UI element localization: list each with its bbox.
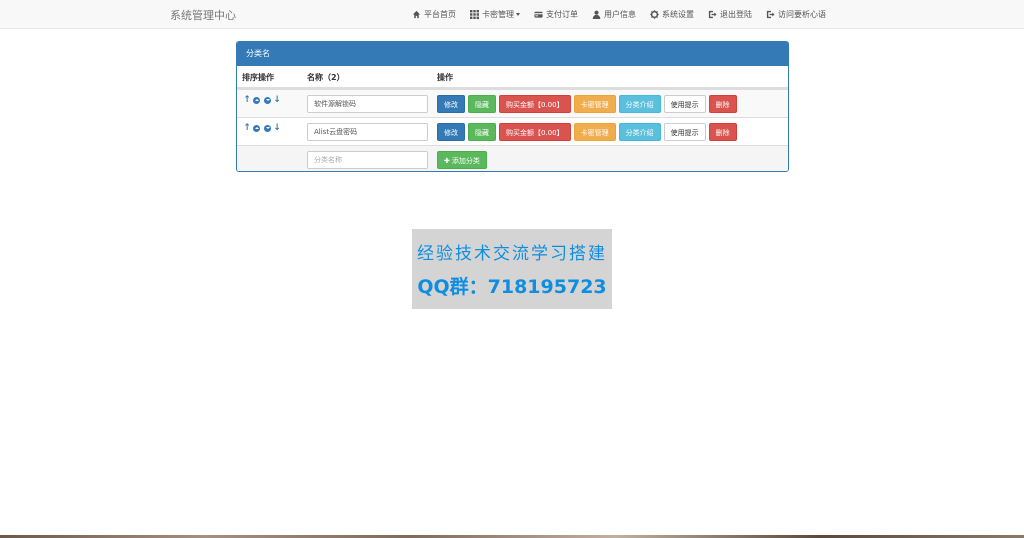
nav-item-logout[interactable]: 退出登陆: [708, 0, 752, 29]
card-manage-button[interactable]: 卡密管理: [573, 95, 616, 113]
category-panel: 分类名 排序操作 名称（2） 操作 ↑ ↓ 修改 隐藏 购买金额【0.00】 卡…: [236, 41, 789, 172]
nav-item-user[interactable]: 用户信息: [592, 0, 636, 29]
usage-tips-button[interactable]: 使用提示: [663, 123, 706, 141]
new-category-name-input[interactable]: [307, 151, 428, 169]
panel-title: 分类名: [237, 42, 788, 66]
edit-button[interactable]: 修改: [437, 123, 465, 141]
circle-up-icon[interactable]: [253, 125, 260, 132]
brand-title[interactable]: 系统管理中心: [170, 7, 236, 23]
nav-item-label: 用户信息: [604, 10, 636, 19]
category-intro-button[interactable]: 分类介绍: [618, 95, 661, 113]
nav-item-orders[interactable]: 支付订单: [534, 0, 578, 29]
category-intro-button[interactable]: 分类介绍: [618, 123, 661, 141]
credit-card-icon: [534, 10, 543, 19]
nav-item-label: 系统设置: [662, 10, 694, 19]
navbar: 系统管理中心 平台首页 卡密管理 支付订单 用户信息 系统设置 退出登陆 访问要…: [0, 0, 1024, 29]
nav-item-cards[interactable]: 卡密管理: [470, 0, 520, 29]
nav-item-label: 支付订单: [546, 10, 578, 19]
table-header: 排序操作 名称（2） 操作: [237, 66, 788, 89]
plus-icon: ✚: [444, 157, 450, 165]
user-icon: [592, 10, 601, 19]
column-sort: 排序操作: [242, 73, 274, 82]
banner-line-2: QQ群：718195723: [417, 276, 607, 298]
logout-icon: [766, 10, 775, 19]
table-row: ↑ ↓ 修改 隐藏 购买金额【0.00】 卡密管理 分类介绍 使用提示 删除: [237, 89, 788, 117]
column-ops: 操作: [437, 73, 453, 82]
nav-item-label: 访问要析心语: [778, 10, 826, 19]
arrow-up-icon[interactable]: ↑: [243, 124, 251, 133]
category-name-input[interactable]: [307, 123, 428, 141]
price-button[interactable]: 购买金额【0.00】: [499, 95, 571, 113]
edit-button[interactable]: 修改: [437, 95, 465, 113]
row-actions: 修改 隐藏 购买金额【0.00】 卡密管理 分类介绍 使用提示 删除: [437, 95, 740, 113]
add-category-button[interactable]: ✚ 添加分类: [437, 151, 487, 169]
nav-item-label: 平台首页: [424, 10, 456, 19]
grid-icon: [470, 10, 479, 19]
circle-down-icon[interactable]: [264, 97, 271, 104]
gear-icon: [650, 10, 659, 19]
hide-button[interactable]: 隐藏: [468, 123, 496, 141]
sort-controls: ↑ ↓: [243, 124, 281, 133]
column-name: 名称（2）: [307, 73, 345, 82]
circle-up-icon[interactable]: [253, 97, 260, 104]
nav-menu: 平台首页 卡密管理 支付订单 用户信息 系统设置 退出登陆 访问要析心语: [412, 0, 840, 29]
card-manage-button[interactable]: 卡密管理: [573, 123, 616, 141]
price-button[interactable]: 购买金额【0.00】: [499, 123, 571, 141]
category-name-input[interactable]: [307, 95, 428, 113]
nav-item-settings[interactable]: 系统设置: [650, 0, 694, 29]
nav-item-visit[interactable]: 访问要析心语: [766, 0, 826, 29]
arrow-down-icon[interactable]: ↓: [273, 96, 281, 105]
hide-button[interactable]: 隐藏: [468, 95, 496, 113]
circle-down-icon[interactable]: [264, 125, 271, 132]
add-category-row: ✚添加分类: [237, 145, 788, 171]
nav-item-label: 退出登陆: [720, 10, 752, 19]
arrow-down-icon[interactable]: ↓: [273, 124, 281, 133]
row-actions: 修改 隐藏 购买金额【0.00】 卡密管理 分类介绍 使用提示 删除: [437, 123, 740, 141]
sort-controls: ↑ ↓: [243, 96, 281, 105]
delete-button[interactable]: 删除: [708, 95, 737, 113]
add-category-label: 添加分类: [451, 157, 480, 165]
logout-icon: [708, 10, 717, 19]
home-icon: [412, 10, 421, 19]
nav-item-label: 卡密管理: [482, 10, 514, 19]
delete-button[interactable]: 删除: [708, 123, 737, 141]
table-row: ↑ ↓ 修改 隐藏 购买金额【0.00】 卡密管理 分类介绍 使用提示 删除: [237, 117, 788, 145]
arrow-up-icon[interactable]: ↑: [243, 96, 251, 105]
usage-tips-button[interactable]: 使用提示: [663, 95, 706, 113]
nav-item-home[interactable]: 平台首页: [412, 0, 456, 29]
watermark-banner: 经验技术交流学习搭建 QQ群：718195723: [412, 229, 612, 309]
banner-line-1: 经验技术交流学习搭建: [417, 244, 607, 264]
caret-down-icon: [516, 13, 520, 16]
